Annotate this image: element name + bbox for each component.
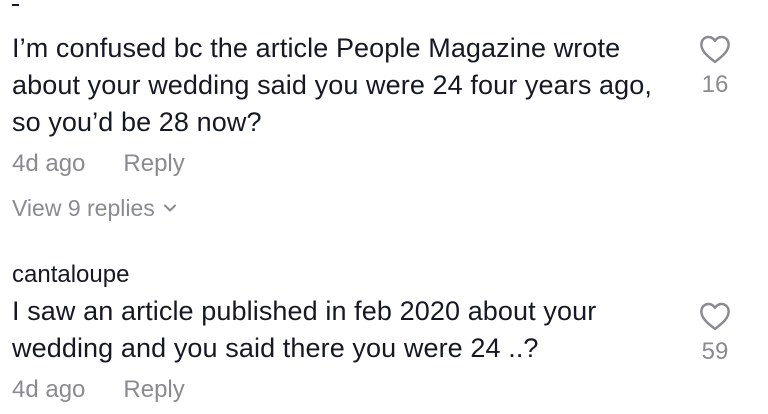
chevron-down-icon: [163, 203, 177, 213]
heart-icon[interactable]: [698, 34, 732, 64]
comment-username[interactable]: cantaloupe: [12, 261, 768, 289]
divider-dash: [12, 4, 19, 6]
like-count: 59: [701, 338, 729, 365]
comment-meta: 4d ago Reply: [12, 149, 768, 179]
comment-item: cantaloupe I saw an article published in…: [12, 261, 768, 405]
comment-text: I saw an article published in feb 2020 a…: [12, 296, 597, 363]
comment-meta: 4d ago Reply: [12, 375, 768, 405]
like-control: 59: [694, 301, 736, 365]
heart-icon[interactable]: [698, 301, 732, 331]
comment-text: I’m confused bc the article People Magaz…: [12, 33, 652, 137]
like-control: 16: [694, 34, 736, 98]
comment-timestamp: 4d ago: [12, 376, 86, 403]
view-replies-button[interactable]: View 9 replies: [12, 193, 768, 223]
reply-button[interactable]: Reply: [123, 375, 184, 405]
comment-item: I’m confused bc the article People Magaz…: [12, 30, 768, 223]
comment-timestamp: 4d ago: [12, 150, 86, 177]
view-replies-label: View 9 replies: [12, 195, 155, 221]
like-count: 16: [701, 71, 729, 98]
reply-button[interactable]: Reply: [123, 149, 184, 179]
